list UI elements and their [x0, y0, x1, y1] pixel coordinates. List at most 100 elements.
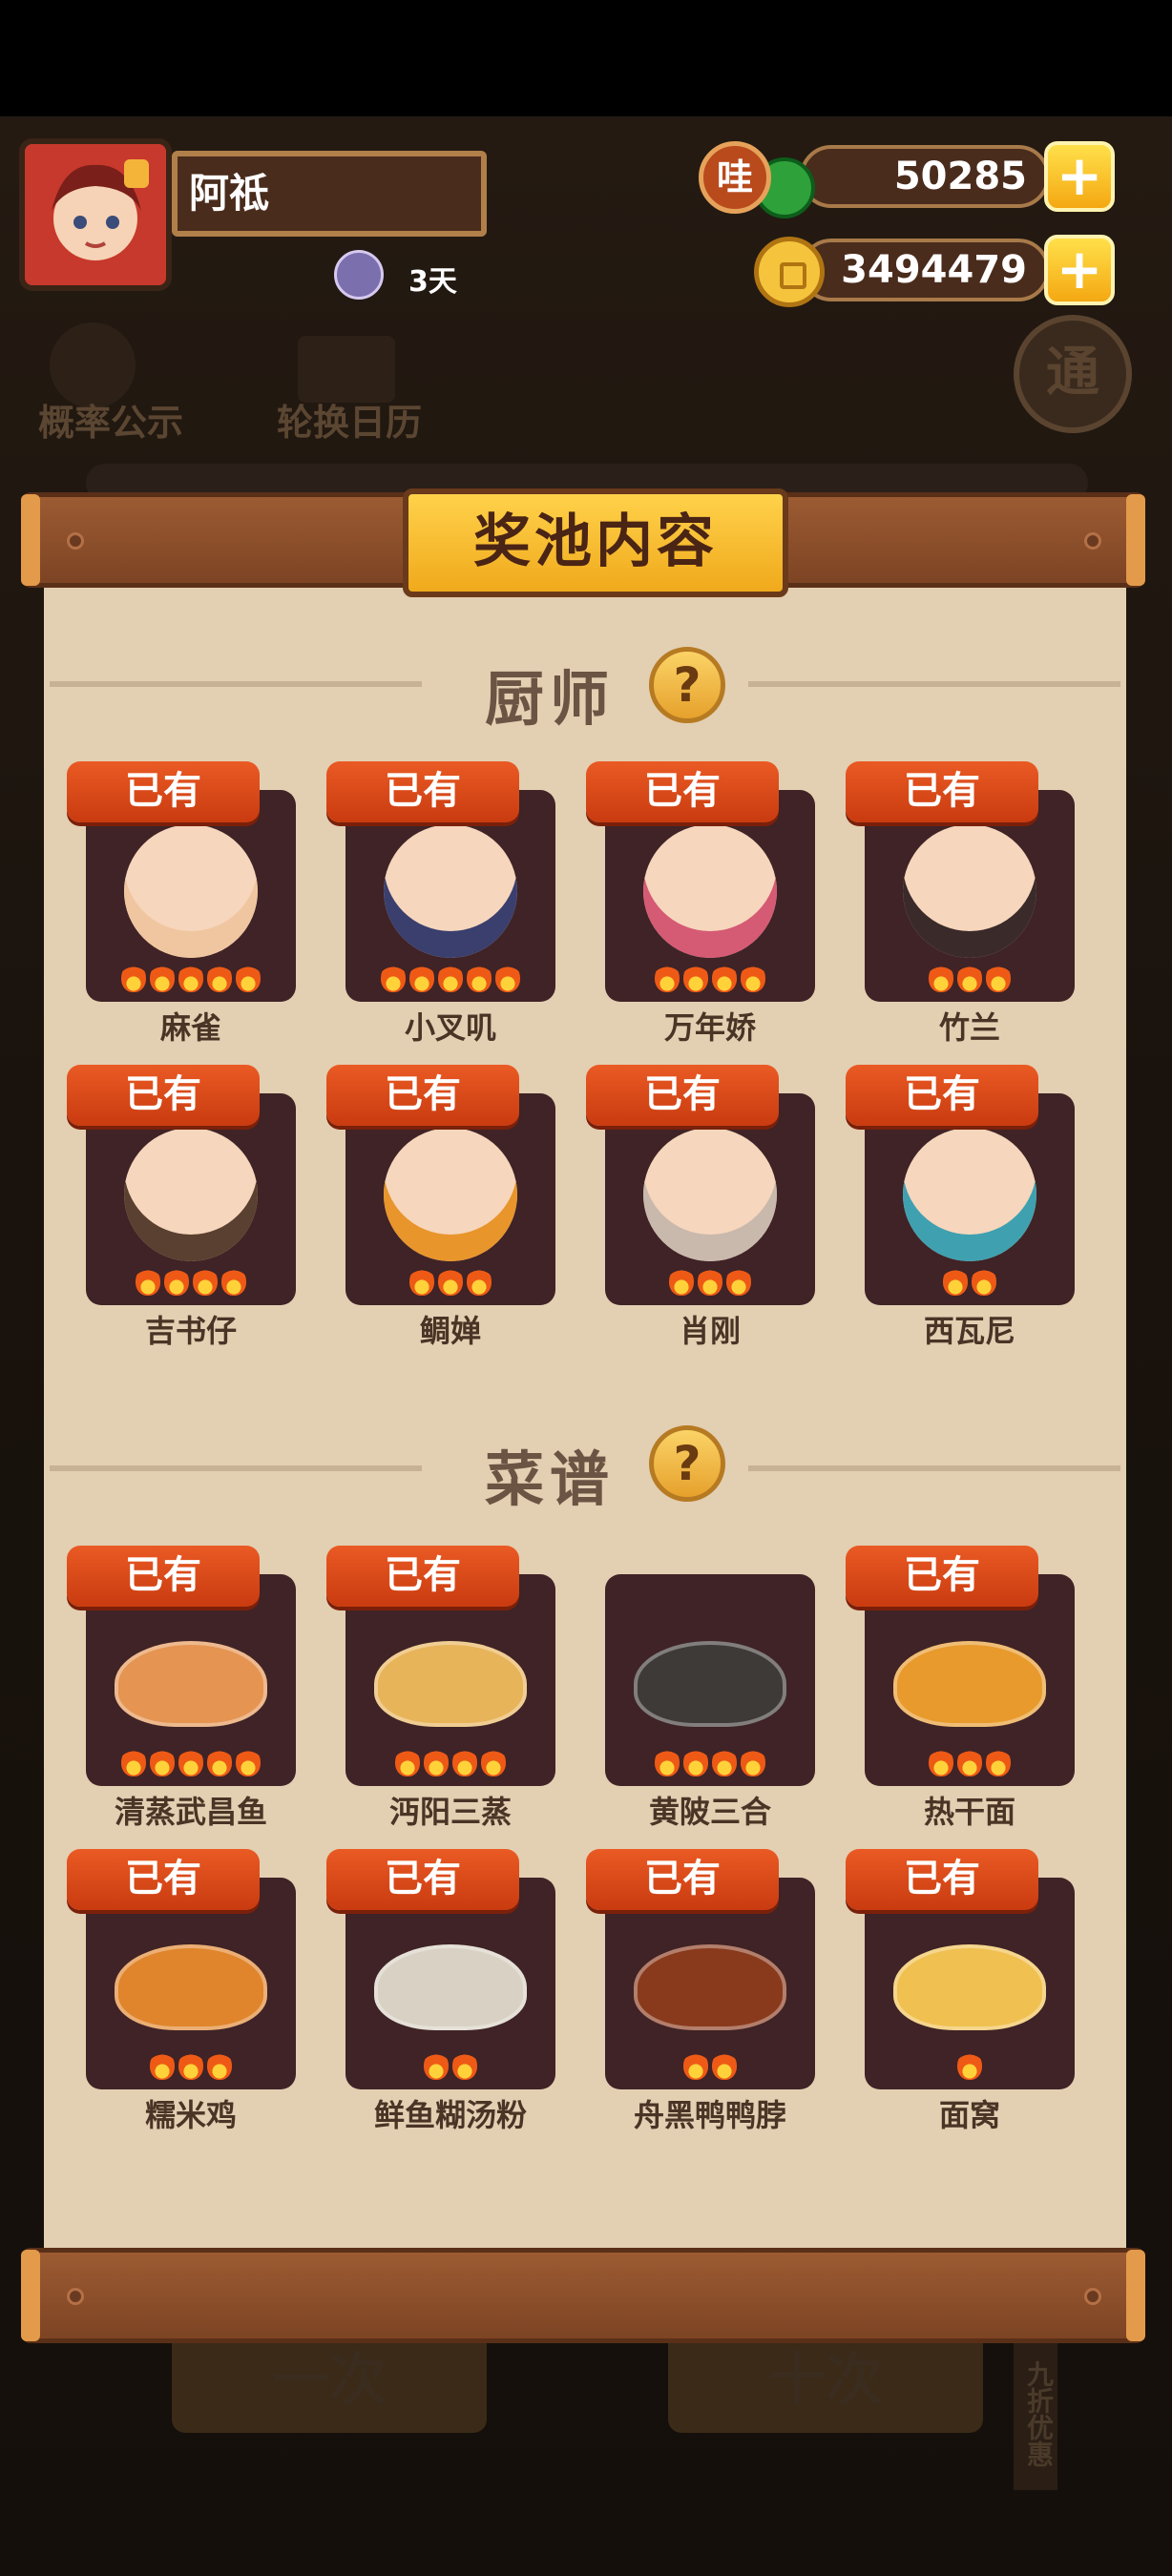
owned-tag: 已有 — [326, 1849, 519, 1910]
dish-icon — [115, 1641, 267, 1727]
dish-icon — [893, 1641, 1046, 1727]
days-counter: 3天 — [408, 265, 457, 299]
draw-once-label: 一次 — [272, 2347, 387, 2414]
flame-icon — [698, 1267, 722, 1296]
flame-icon — [683, 2051, 708, 2080]
rail-end-left — [21, 494, 40, 586]
recipe-name: 沔阳三蒸 — [388, 1794, 512, 1830]
flame-icon — [438, 964, 463, 992]
rarity-flames — [605, 1267, 815, 1299]
flame-icon — [957, 964, 982, 992]
rarity-flames — [605, 1748, 815, 1780]
flame-icon — [943, 1267, 968, 1296]
flame-icon — [452, 2051, 477, 2080]
nail-icon — [67, 532, 84, 550]
flame-icon — [193, 1267, 218, 1296]
owned-tag: 已有 — [67, 1546, 260, 1607]
flame-icon — [424, 2051, 449, 2080]
chefs-title: 厨师 — [485, 664, 616, 734]
scroll-rail-bottom — [21, 2248, 1145, 2343]
flame-icon — [712, 2051, 737, 2080]
rail-end-right — [1126, 2250, 1145, 2341]
chef-name: 小叉叽 — [404, 1009, 496, 1046]
owned-tag: 已有 — [586, 1849, 779, 1910]
flame-icon — [150, 964, 175, 992]
days-icon — [334, 250, 384, 300]
flame-icon — [409, 1267, 434, 1296]
owned-tag: 已有 — [586, 1065, 779, 1126]
jade-amount: 50285 — [800, 145, 1050, 208]
dish-icon — [374, 1944, 527, 2030]
flame-icon — [683, 1748, 708, 1776]
flame-icon — [438, 1267, 463, 1296]
owned-tag: 已有 — [326, 1065, 519, 1126]
flame-icon — [207, 2051, 232, 2080]
draw-once-button[interactable]: 一次 — [172, 2328, 487, 2433]
flame-icon — [467, 1267, 492, 1296]
owned-tag: 已有 — [326, 1546, 519, 1607]
rail-end-right — [1126, 494, 1145, 586]
rarity-flames — [86, 964, 296, 996]
probability-label: 概率公示 — [38, 402, 184, 444]
status-bar — [0, 0, 1172, 116]
flame-icon — [395, 1748, 420, 1776]
owned-tag: 已有 — [326, 761, 519, 822]
coin-amount: 3494479 — [800, 239, 1050, 301]
recipe-name: 鲜鱼糊汤粉 — [373, 2097, 527, 2133]
recipe-name: 清蒸武昌鱼 — [114, 1794, 267, 1830]
recipe-name: 面窝 — [938, 2097, 1000, 2133]
flame-icon — [136, 1267, 160, 1296]
flame-icon — [164, 1267, 189, 1296]
recipe-card[interactable] — [605, 1574, 815, 1786]
flame-icon — [150, 1748, 175, 1776]
add-coins-button[interactable]: + — [1044, 235, 1115, 305]
flame-icon — [221, 1267, 246, 1296]
flame-icon — [236, 964, 261, 992]
chefs-help-button[interactable]: ? — [649, 647, 725, 723]
panel-title: 奖池内容 — [403, 488, 788, 597]
flame-icon — [929, 1748, 953, 1776]
chef-portrait-icon — [124, 824, 258, 958]
recipes-help-button[interactable]: ? — [649, 1425, 725, 1502]
add-jade-button[interactable]: + — [1044, 141, 1115, 212]
owned-tag: 已有 — [846, 1849, 1038, 1910]
chef-name: 竹兰 — [938, 1009, 1000, 1046]
flame-icon — [178, 1748, 203, 1776]
rarity-flames — [605, 2051, 815, 2084]
dish-icon — [634, 1641, 786, 1727]
player-avatar[interactable] — [19, 138, 172, 291]
rarity-flames — [345, 1748, 555, 1780]
chef-name: 肖刚 — [679, 1313, 741, 1349]
pass-icon: 通 — [1014, 315, 1132, 433]
nail-icon — [1084, 532, 1101, 550]
flame-icon — [669, 1267, 694, 1296]
chef-portrait-icon — [903, 824, 1036, 958]
section-divider — [50, 681, 422, 687]
dish-icon — [374, 1641, 527, 1727]
flame-icon — [495, 964, 520, 992]
rarity-flames — [865, 1267, 1075, 1299]
owned-tag: 已有 — [67, 1849, 260, 1910]
chef-portrait-icon — [643, 824, 777, 958]
draw-ten-button[interactable]: 十次 — [668, 2328, 983, 2433]
flame-icon — [178, 964, 203, 992]
flame-icon — [726, 1267, 751, 1296]
chef-name: 吉书仔 — [144, 1313, 237, 1349]
rarity-flames — [605, 964, 815, 996]
player-name: 阿祗 — [172, 151, 487, 237]
flame-icon — [467, 964, 492, 992]
flame-icon — [178, 2051, 203, 2080]
flame-icon — [655, 1748, 680, 1776]
chef-name: 西瓦尼 — [923, 1313, 1015, 1349]
owned-tag: 已有 — [846, 1546, 1038, 1607]
recipe-name: 舟黑鸭鸭脖 — [633, 2097, 786, 2133]
rarity-flames — [865, 964, 1075, 996]
flame-icon — [452, 1748, 477, 1776]
discount-badge: 九折优惠 — [1014, 2337, 1057, 2490]
rarity-flames — [345, 964, 555, 996]
flame-icon — [481, 1748, 506, 1776]
flame-icon — [121, 1748, 146, 1776]
owned-tag: 已有 — [846, 761, 1038, 822]
flame-icon — [381, 964, 406, 992]
chef-name: 麻雀 — [159, 1009, 221, 1046]
